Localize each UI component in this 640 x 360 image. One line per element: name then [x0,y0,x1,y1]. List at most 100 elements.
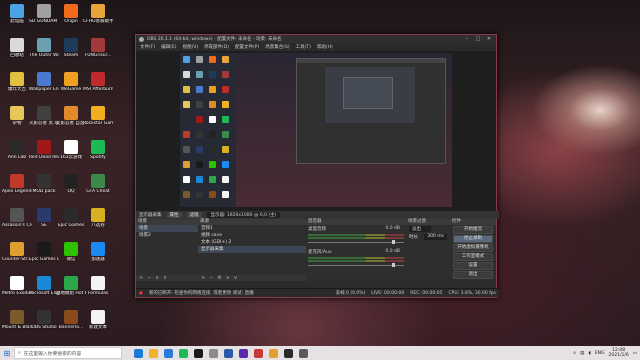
taskbar-app-icon[interactable] [239,348,248,358]
menu-help[interactable]: 帮助(H) [317,44,333,50]
transition-type-select[interactable]: 淡出 [409,226,431,232]
taskbar-app-icon[interactable] [149,348,158,358]
desktop-icon[interactable]: 八选卷 [83,206,113,236]
menu-view[interactable]: 视图(V) [182,44,198,50]
desktop-icon[interactable]: Rockstar Games... [83,104,113,134]
menu-tools[interactable]: 工具(T) [296,44,311,50]
volume-slider-knob[interactable] [392,263,395,267]
desktop-icon[interactable]: Red Dead Redempti... [29,138,59,168]
desktop-icon[interactable]: MOD pack [29,172,59,202]
desktop-icon[interactable]: 爆炸大吉 [2,70,32,100]
start-streaming-button[interactable]: 开始推流 [453,226,493,234]
maximize-button[interactable]: □ [474,36,482,42]
desktop-icon[interactable]: MSI Afterburner [83,70,113,100]
remove-scene-button[interactable]: − [147,275,151,281]
desktop-icon[interactable]: Formulas [83,274,113,304]
source-item[interactable]: 视频 save [198,232,306,239]
desktop-icon[interactable]: SE [29,206,59,236]
desktop-icon[interactable]: QQ [56,172,86,202]
stop-recording-button[interactable]: 停止录制 [453,235,493,243]
studio-mode-button[interactable]: 工作室模式 [453,253,493,261]
source-item[interactable]: 显示器采集 [198,246,306,253]
obs-window[interactable]: OBS 26.1.1 (64-bit, windows) - 配置文件: 未命名… [135,34,499,298]
desktop-icon[interactable]: FUNGrisur... [83,36,113,66]
menu-docks[interactable]: 停靠部件(D) [204,44,229,50]
desktop-icon[interactable]: Wallpaper Engine ... [29,70,59,100]
desktop-icon[interactable]: 新建文本 [83,308,113,338]
desktop-icon[interactable]: 火影忍者 黑 魂 [29,104,59,134]
virtual-camera-button[interactable]: 开始虚拟摄像机 [453,244,493,252]
notification-icon[interactable]: ▭ [633,351,637,356]
desktop-icon[interactable]: Steam [56,36,86,66]
desktop-icon[interactable]: Apex Legends [2,172,32,202]
exit-button[interactable]: 退出 [453,271,493,279]
settings-button[interactable]: 设置 [453,262,493,270]
menu-file[interactable]: 文件(F) [140,44,155,50]
taskbar-app-icon[interactable] [209,348,218,358]
chevron-up-icon[interactable]: ∧ [573,351,576,356]
desktop-icon[interactable]: 火影忍者 自定义版 [56,104,86,134]
input-language[interactable]: ENG [595,351,605,356]
volume-slider[interactable] [308,265,404,266]
taskbar-app-icon[interactable] [224,348,233,358]
scene-down-button[interactable]: ∨ [163,275,167,281]
desktop-icon[interactable]: Ann Lab [2,138,32,168]
taskbar-app-icon[interactable] [179,348,188,358]
desktop-icon[interactable]: 回收站 [2,36,32,66]
desktop-icon[interactable]: Epic Games Launcher [29,240,59,270]
desktop-icon[interactable]: Counter-Str... Global Off... [2,240,32,270]
taskbar-app-icon[interactable] [254,348,263,358]
taskbar-app-icon[interactable] [299,348,308,358]
obs-titlebar[interactable]: OBS 26.1.1 (64-bit, windows) - 配置文件: 未命名… [136,35,496,43]
properties-button[interactable]: 属性 [166,212,182,218]
volume-slider-knob[interactable] [392,240,395,244]
taskbar-app-icon[interactable] [134,348,143,358]
duration-input[interactable]: 300 ms [424,234,447,240]
desktop-icon[interactable]: 战地模组 Hot Kingdom [56,274,86,304]
network-icon[interactable]: ▤ [580,351,584,356]
desktop-icon[interactable]: SD GUNDAM ... [29,2,59,32]
source-up-button[interactable]: ∧ [226,275,230,281]
clock[interactable]: 12:08 2021/1/6 [609,348,629,358]
source-item[interactable]: 文本 (GDI+) 2 [198,239,306,246]
desktop-icon[interactable]: 163云游戏 [56,138,86,168]
close-button[interactable]: ✕ [485,36,493,42]
source-settings-button[interactable]: ⚙ [217,275,221,281]
volume-slider[interactable] [308,242,404,243]
taskbar-app-icon[interactable] [284,348,293,358]
desktop-icon[interactable]: Metro Exodus [2,274,32,304]
display-select[interactable]: 显示器: 1920x1080 @ 0,0 (主) [206,212,281,218]
desktop-icon[interactable]: The Outer Worlds [29,36,59,66]
taskbar-app-icon[interactable] [164,348,173,358]
add-source-button[interactable]: + [201,275,205,281]
menu-edit[interactable]: 编辑(E) [161,44,176,50]
desktop-icon[interactable]: Bannerlo... [56,308,86,338]
desktop-icon[interactable]: GTA Cheat [83,172,113,202]
menu-scene-collection[interactable]: 场景集合(S) [265,44,289,50]
taskbar-search[interactable]: ⌕ 在这里输入你要搜索的内容 [14,347,122,359]
filters-button[interactable]: 滤镜 [186,212,202,218]
scene-up-button[interactable]: ∧ [155,275,159,281]
desktop-icon[interactable]: Mount & Blade II... [2,308,32,338]
preview-canvas[interactable] [180,53,452,207]
menu-profile[interactable]: 配置文件(P) [235,44,259,50]
desktop-icon[interactable]: 微信 [56,240,86,270]
desktop-icon[interactable]: Epic Games [56,206,86,236]
desktop-icon[interactable]: Microsoft Edge [29,274,59,304]
desktop-icon[interactable]: 此电脑 [2,2,32,32]
remove-source-button[interactable]: − [209,275,213,281]
add-scene-button[interactable]: + [139,275,143,281]
scene-item[interactable]: 场景2 [136,232,198,239]
minimize-button[interactable]: – [463,36,471,42]
desktop-icon[interactable]: Origin [56,2,86,32]
desktop-icon[interactable]: OBS Studio [29,308,59,338]
desktop-icon[interactable]: CFHD客服助手 [83,2,113,32]
desktop-icon[interactable]: Assassin's Creed V... [2,206,32,236]
desktop-icon[interactable]: WeGame [56,70,86,100]
desktop-icon[interactable]: Spotify [83,138,113,168]
source-item[interactable]: 音频1 [198,225,306,232]
taskbar-app-icon[interactable] [194,348,203,358]
desktop-icon[interactable]: 杂物 [2,104,32,134]
volume-icon[interactable]: ◖ [588,351,590,356]
desktop-icon[interactable]: 加速器 [83,240,113,270]
